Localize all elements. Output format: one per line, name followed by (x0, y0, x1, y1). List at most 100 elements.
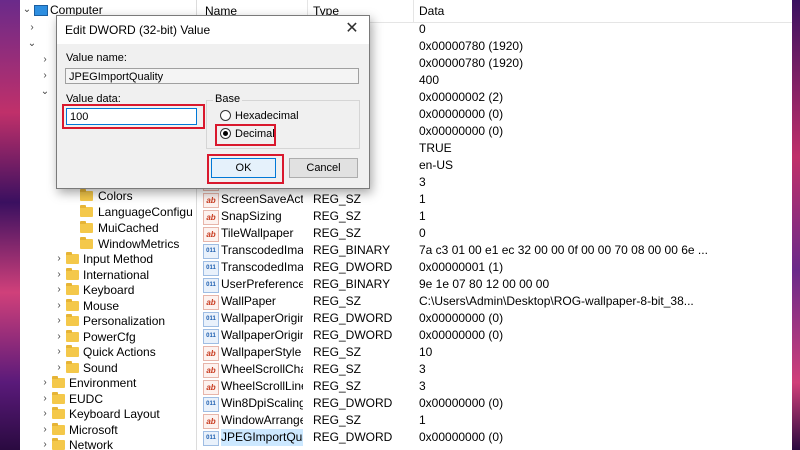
table-row[interactable]: ab WallPaper REG_SZ C:\Users\Admin\Desktop\… (197, 293, 792, 310)
chevron-down-icon[interactable]: ⌄ (40, 84, 50, 100)
value-type-cell: REG_DWORD (313, 328, 393, 342)
radio-circle-icon (220, 110, 231, 121)
close-icon[interactable]: ✕ (343, 20, 361, 38)
dialog-title: Edit DWORD (32-bit) Value (65, 23, 211, 37)
folder-icon (66, 330, 79, 342)
value-data-cell: 0 (419, 22, 426, 36)
folder-icon (52, 392, 65, 404)
cancel-button[interactable]: Cancel (289, 158, 358, 178)
chevron-right-icon[interactable]: › (54, 251, 64, 267)
folder-icon (66, 361, 79, 373)
value-data-cell: TRUE (419, 141, 452, 155)
chevron-right-icon[interactable]: › (54, 298, 64, 314)
chevron-right-icon[interactable]: › (54, 313, 64, 329)
base-group-label: Base (213, 93, 243, 105)
chevron-right-icon[interactable]: › (40, 391, 50, 407)
binary-value-icon: 011 (203, 431, 219, 446)
desktop-wallpaper-right-edge (792, 0, 800, 450)
column-header-data[interactable]: Data (419, 4, 444, 18)
value-data-cell: 0x00000000 (0) (419, 311, 504, 325)
value-type-cell: REG_SZ (313, 362, 362, 376)
table-row[interactable]: abScreenSaveActive REG_SZ 1 (197, 191, 792, 208)
tree-node-label: PowerCfg (83, 330, 136, 344)
value-data-cell: 0x00000000 (0) (419, 107, 504, 121)
folder-icon (66, 252, 79, 264)
table-row[interactable]: 011TranscodedImag... REG_BINARY 7a c3 01 0… (197, 242, 792, 259)
chevron-right-icon[interactable]: › (40, 422, 50, 438)
folder-icon (80, 221, 93, 233)
chevron-right-icon[interactable]: › (40, 68, 50, 84)
table-row[interactable]: 011UserPreferences... REG_BINARY 9e 1e 07 … (197, 276, 792, 293)
chevron-right-icon[interactable]: › (54, 329, 64, 345)
value-name-cell: WallpaperOriginY (221, 328, 303, 342)
table-row[interactable]: 011JPEGImportQuali... REG_DWORD 0x00000000… (197, 429, 792, 446)
tree-node-label: Sound (83, 361, 118, 375)
value-data-cell: 3 (419, 379, 426, 393)
table-row[interactable]: abWindowArrange... REG_SZ 1 (197, 412, 792, 429)
tree-node-label: International (83, 268, 150, 282)
value-name-cell: TileWallpaper (221, 226, 294, 240)
folder-icon (52, 376, 65, 388)
tree-node-label: Environment (69, 376, 137, 390)
value-type-cell: REG_SZ (313, 294, 362, 308)
value-name-cell: WallpaperStyle (221, 345, 302, 359)
hexadecimal-radio[interactable]: Hexadecimal (220, 109, 320, 123)
value-data-cell: 0 (419, 226, 426, 240)
tree-node-label: WindowMetrics (98, 237, 180, 251)
value-name-cell: Win8DpiScaling (221, 396, 303, 410)
chevron-right-icon[interactable]: › (54, 282, 64, 298)
chevron-right-icon[interactable]: › (54, 344, 64, 360)
tree-node-label: Network (69, 438, 114, 450)
binary-value-icon: 011 (203, 329, 219, 344)
value-name-cell: WallPaper (221, 294, 276, 308)
value-name-cell: TranscodedImag... (221, 243, 303, 257)
value-name-cell: WheelScrollChars (221, 362, 303, 376)
table-row[interactable]: abWheelScrollChars REG_SZ 3 (197, 361, 792, 378)
value-name-label: Value name: (66, 52, 127, 64)
value-data-cell: 0x00000000 (0) (419, 430, 504, 444)
folder-icon (66, 314, 79, 326)
value-type-cell: REG_SZ (313, 413, 362, 427)
value-name-cell: TranscodedImag... (221, 260, 303, 274)
column-divider[interactable] (413, 0, 414, 22)
tree-node-label: Colors (98, 189, 133, 203)
value-type-cell: REG_SZ (313, 345, 362, 359)
tree-node-label: Quick Actions (83, 345, 156, 359)
value-name-field[interactable]: JPEGImportQuality (65, 68, 359, 84)
chevron-right-icon[interactable]: › (40, 437, 50, 450)
value-type-cell: REG_SZ (313, 226, 362, 240)
chevron-down-icon[interactable]: ⌄ (27, 36, 37, 52)
table-row[interactable]: ab WallpaperStyle REG_SZ 10 (197, 344, 792, 361)
chevron-right-icon[interactable]: › (27, 20, 37, 36)
value-data-cell: 0x00000780 (1920) (419, 39, 524, 53)
table-row[interactable]: 011WallpaperOriginX REG_DWORD 0x00000000 (… (197, 310, 792, 327)
table-row[interactable]: 011 Win8DpiScaling REG_DWORD 0x00000000 (0) (197, 395, 792, 412)
value-data-input[interactable]: 100 (66, 108, 197, 125)
table-row[interactable]: ab TileWallpaper REG_SZ 0 (197, 225, 792, 242)
chevron-right-icon[interactable]: › (40, 375, 50, 391)
edit-dword-dialog[interactable]: Edit DWORD (32-bit) Value ✕ Value name: … (56, 15, 370, 189)
string-value-icon: ab (203, 346, 219, 361)
value-type-cell: REG_SZ (313, 379, 362, 393)
chevron-right-icon[interactable]: › (40, 406, 50, 422)
tree-node-label: Input Method (83, 252, 154, 266)
value-data-cell: 1 (419, 413, 426, 427)
value-name-cell: WindowArrange... (221, 413, 303, 427)
chevron-right-icon[interactable]: › (54, 267, 64, 283)
tree-node-label: Keyboard Layout (69, 407, 160, 421)
value-name-cell: WheelScrollLines (221, 379, 303, 393)
string-value-icon: ab (203, 380, 219, 395)
string-value-icon: ab (203, 193, 219, 208)
chevron-down-icon[interactable]: ⌄ (22, 2, 32, 18)
table-row[interactable]: 011TranscodedImag... REG_DWORD 0x00000001 … (197, 259, 792, 276)
chevron-right-icon[interactable]: › (54, 360, 64, 376)
chevron-right-icon[interactable]: › (40, 52, 50, 68)
decimal-radio[interactable]: Decimal (220, 127, 275, 141)
table-row[interactable]: 011WallpaperOriginY REG_DWORD 0x00000000 (… (197, 327, 792, 344)
table-row[interactable]: abWheelScrollLines REG_SZ 3 (197, 378, 792, 395)
table-row[interactable]: ab SnapSizing REG_SZ 1 (197, 208, 792, 225)
dialog-title-bar[interactable]: Edit DWORD (32-bit) Value ✕ (57, 16, 369, 44)
ok-button[interactable]: OK (211, 158, 276, 178)
value-data-cell: 0x00000000 (0) (419, 328, 504, 342)
radio-selected-icon (220, 128, 231, 139)
